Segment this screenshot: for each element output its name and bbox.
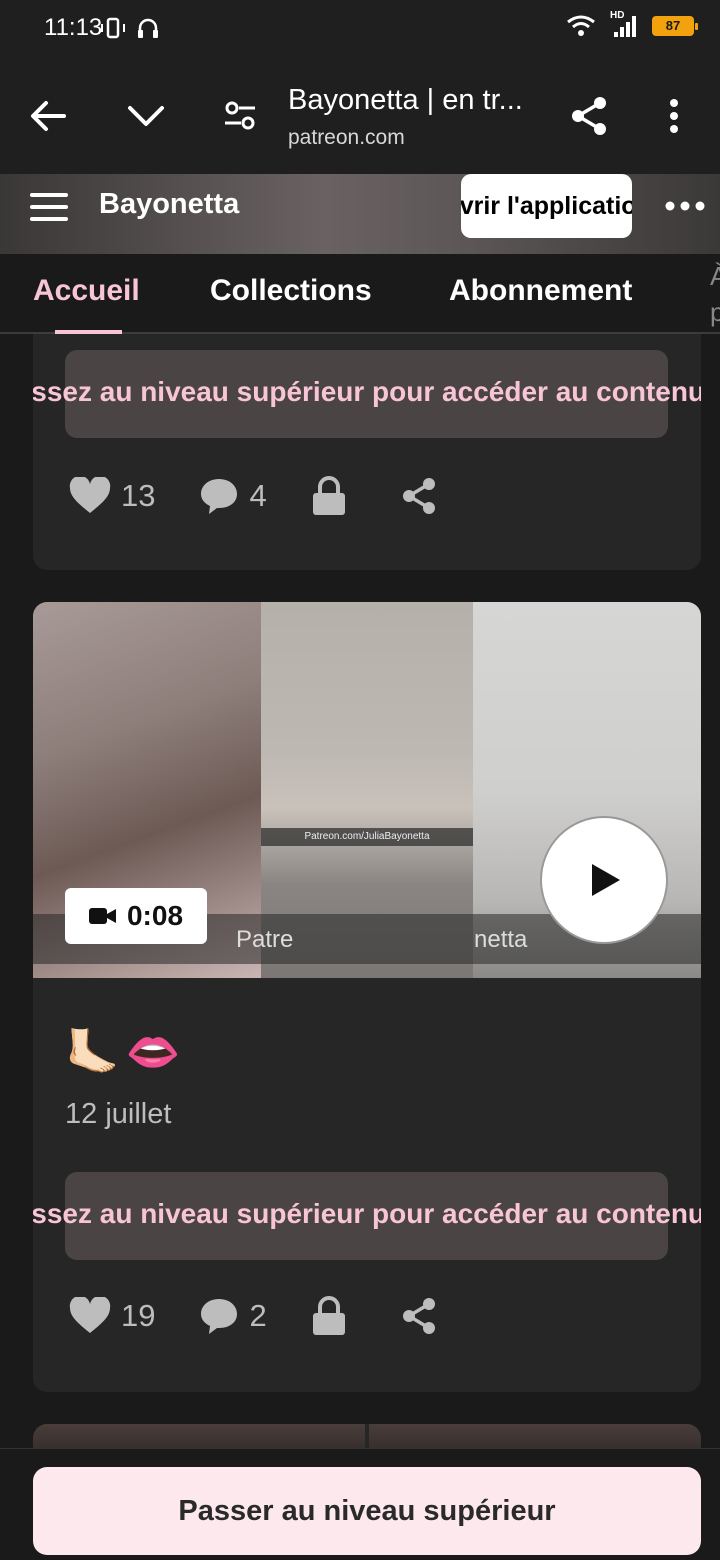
creator-tabs: Accueil Collections Abonnement Àp xyxy=(0,254,720,334)
tab-collections[interactable]: Collections xyxy=(210,274,372,308)
back-arrow-icon xyxy=(31,101,66,131)
video-duration-badge: 0:08 xyxy=(65,888,207,944)
comment-count: 4 xyxy=(249,478,267,513)
share-post-button[interactable] xyxy=(401,1297,447,1335)
status-bar: 11:13 HD 87 xyxy=(0,0,720,62)
vibrate-icon xyxy=(101,17,158,39)
signal-icon: HD xyxy=(610,10,638,38)
comment-button[interactable]: 2 xyxy=(199,1297,267,1335)
back-button[interactable] xyxy=(24,92,72,140)
comment-button[interactable]: 4 xyxy=(199,477,267,515)
like-button[interactable]: 13 xyxy=(69,477,155,515)
tab-abonnement[interactable]: Abonnement xyxy=(449,274,632,308)
like-count: 13 xyxy=(121,478,156,513)
locked-content-text: Passez au niveau supérieur pour accéder … xyxy=(33,376,701,408)
browser-menu-button[interactable] xyxy=(654,92,694,140)
video-duration: 0:08 xyxy=(126,900,184,931)
play-button[interactable] xyxy=(540,816,668,944)
hamburger-menu-button[interactable] xyxy=(28,188,70,226)
collapse-button[interactable] xyxy=(122,92,170,140)
video-camera-icon xyxy=(88,908,116,924)
tab-accueil[interactable]: Accueil xyxy=(33,274,140,308)
upgrade-button[interactable]: Passer au niveau supérieur xyxy=(33,1467,701,1555)
tune-icon xyxy=(225,101,255,130)
lock-icon xyxy=(312,476,345,515)
comment-icon xyxy=(201,1299,238,1334)
post-date: 12 juillet xyxy=(65,1098,172,1130)
share-icon xyxy=(402,478,435,514)
comment-count: 2 xyxy=(249,1298,267,1333)
lock-indicator xyxy=(311,1296,357,1336)
comment-icon xyxy=(201,479,238,514)
post-card: Passez au niveau supérieur pour accéder … xyxy=(33,334,701,570)
open-app-label: Ouvrir l'application xyxy=(461,192,632,220)
post-title[interactable]: 🦶🏻 👄 xyxy=(65,1026,181,1078)
locked-content-banner[interactable]: Passez au niveau supérieur pour accéder … xyxy=(33,1172,701,1260)
post-feed[interactable]: Passez au niveau supérieur pour accéder … xyxy=(0,334,720,1448)
lock-indicator xyxy=(311,476,357,516)
thumbnail-panel xyxy=(369,1424,701,1448)
open-app-button[interactable]: Ouvrir l'application xyxy=(461,174,632,238)
locked-text-2: Passez au niveau supérieur pour accéder … xyxy=(33,1198,701,1229)
heart-icon xyxy=(69,1297,111,1333)
tab-overflow-hint: Àp xyxy=(710,261,720,327)
foot-emoji: 🦶🏻 xyxy=(65,1028,120,1077)
site-settings-button[interactable] xyxy=(218,92,262,140)
locked-text-1: Passez au niveau supérieur pour accéder … xyxy=(33,376,701,407)
vibrate-headset-icons xyxy=(98,16,162,48)
post-actions: 19 2 xyxy=(69,1292,491,1340)
heart-icon xyxy=(69,477,111,513)
share-icon xyxy=(402,1298,435,1334)
post-card[interactable] xyxy=(33,1424,701,1448)
chevron-down-icon xyxy=(128,106,164,126)
creator-header: Bayonetta Ouvrir l'application xyxy=(0,174,720,254)
like-count: 19 xyxy=(121,1298,156,1333)
page-title[interactable]: Bayonetta | en tr... xyxy=(288,84,523,117)
creator-more-button[interactable] xyxy=(662,188,708,224)
browser-toolbar: Bayonetta | en tr... patreon.com xyxy=(0,62,720,174)
post-actions: 13 4 xyxy=(69,472,491,520)
thumbnail-panel xyxy=(33,1424,365,1448)
post-card: Patreon.com/JuliaBayonetta Patre netta 0… xyxy=(33,602,701,1392)
status-right: HD 87 xyxy=(566,10,698,38)
wifi-icon xyxy=(567,15,595,36)
play-icon xyxy=(592,864,620,896)
more-horizontal-icon xyxy=(665,201,705,211)
bottom-cta-bar: Passer au niveau supérieur xyxy=(0,1448,720,1560)
url-host[interactable]: patreon.com xyxy=(288,126,405,150)
hamburger-icon xyxy=(30,193,68,221)
watermark-left: Patre xyxy=(236,926,294,953)
watermark-right: netta xyxy=(474,926,528,953)
locked-content-text: Passez au niveau supérieur pour accéder … xyxy=(33,1198,701,1230)
share-page-button[interactable] xyxy=(566,92,612,140)
lock-icon xyxy=(312,1296,345,1335)
like-button[interactable]: 19 xyxy=(69,1297,155,1335)
creator-name[interactable]: Bayonetta xyxy=(99,188,239,221)
watermark-center: Patreon.com/JuliaBayonetta xyxy=(261,828,473,846)
status-time: 11:13 xyxy=(44,14,103,41)
share-icon xyxy=(572,97,606,135)
lips-emoji: 👄 xyxy=(125,1028,181,1077)
more-vertical-icon xyxy=(670,99,678,133)
battery-icon: 87 xyxy=(652,16,698,36)
share-post-button[interactable] xyxy=(401,477,447,515)
locked-content-banner[interactable]: Passez au niveau supérieur pour accéder … xyxy=(33,350,701,438)
